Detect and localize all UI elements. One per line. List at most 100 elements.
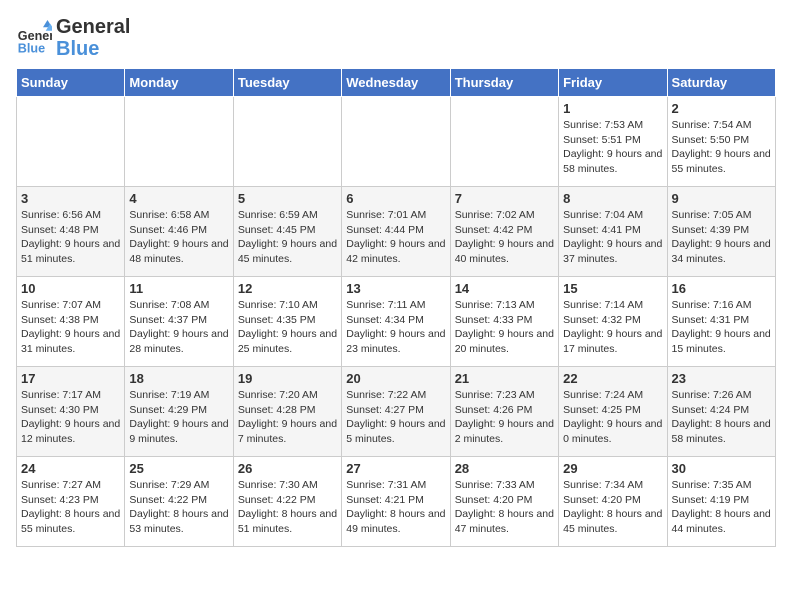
day-cell: 2 Sunrise: 7:54 AM Sunset: 5:50 PM Daylig… — [667, 97, 775, 187]
calendar-table: SundayMondayTuesdayWednesdayThursdayFrid… — [16, 68, 776, 547]
day-number: 1 — [563, 101, 662, 116]
day-cell: 22 Sunrise: 7:24 AM Sunset: 4:25 PM Dayli… — [559, 367, 667, 457]
day-number: 16 — [672, 281, 771, 296]
day-info: Sunrise: 6:59 AM Sunset: 4:45 PM Dayligh… — [238, 208, 337, 267]
logo: General Blue General Blue — [16, 16, 130, 60]
day-cell — [125, 97, 233, 187]
day-cell — [233, 97, 341, 187]
day-info: Sunrise: 7:01 AM Sunset: 4:44 PM Dayligh… — [346, 208, 445, 267]
day-number: 5 — [238, 191, 337, 206]
day-info: Sunrise: 7:05 AM Sunset: 4:39 PM Dayligh… — [672, 208, 771, 267]
day-cell: 15Sunrise: 7:14 AM Sunset: 4:32 PM Dayli… — [559, 277, 667, 367]
day-number: 10 — [21, 281, 120, 296]
day-cell: 19 Sunrise: 7:20 AM Sunset: 4:28 PM Dayli… — [233, 367, 341, 457]
day-info: Sunrise: 7:35 AM Sunset: 4:19 PM Dayligh… — [672, 478, 771, 537]
day-cell: 24 Sunrise: 7:27 AM Sunset: 4:23 PM Dayli… — [17, 457, 125, 547]
day-number: 17 — [21, 371, 120, 386]
day-info: Sunrise: 7:22 AM Sunset: 4:27 PM Dayligh… — [346, 388, 445, 447]
logo-icon: General Blue — [16, 20, 52, 56]
day-number: 14 — [455, 281, 554, 296]
day-cell: 23 Sunrise: 7:26 AM Sunset: 4:24 PM Dayli… — [667, 367, 775, 457]
day-info: Sunrise: 7:11 AM Sunset: 4:34 PM Dayligh… — [346, 298, 445, 357]
day-cell: 29 Sunrise: 7:34 AM Sunset: 4:20 PM Dayli… — [559, 457, 667, 547]
day-info: Sunrise: 7:34 AM Sunset: 4:20 PM Dayligh… — [563, 478, 662, 537]
col-header-wednesday: Wednesday — [342, 69, 450, 97]
day-number: 6 — [346, 191, 445, 206]
col-header-saturday: Saturday — [667, 69, 775, 97]
day-info: Sunrise: 7:23 AM Sunset: 4:26 PM Dayligh… — [455, 388, 554, 447]
day-number: 23 — [672, 371, 771, 386]
day-info: Sunrise: 7:02 AM Sunset: 4:42 PM Dayligh… — [455, 208, 554, 267]
day-cell: 17 Sunrise: 7:17 AM Sunset: 4:30 PM Dayli… — [17, 367, 125, 457]
header-row: SundayMondayTuesdayWednesdayThursdayFrid… — [17, 69, 776, 97]
day-info: Sunrise: 6:56 AM Sunset: 4:48 PM Dayligh… — [21, 208, 120, 267]
day-info: Sunrise: 7:29 AM Sunset: 4:22 PM Dayligh… — [129, 478, 228, 537]
day-cell: 20Sunrise: 7:22 AM Sunset: 4:27 PM Dayli… — [342, 367, 450, 457]
day-cell: 14Sunrise: 7:13 AM Sunset: 4:33 PM Dayli… — [450, 277, 558, 367]
day-cell: 7 Sunrise: 7:02 AM Sunset: 4:42 PM Daylig… — [450, 187, 558, 277]
day-number: 15 — [563, 281, 662, 296]
day-number: 2 — [672, 101, 771, 116]
day-number: 27 — [346, 461, 445, 476]
day-number: 24 — [21, 461, 120, 476]
week-row-3: 10Sunrise: 7:07 AM Sunset: 4:38 PM Dayli… — [17, 277, 776, 367]
col-header-monday: Monday — [125, 69, 233, 97]
day-number: 29 — [563, 461, 662, 476]
day-number: 3 — [21, 191, 120, 206]
day-cell: 21 Sunrise: 7:23 AM Sunset: 4:26 PM Dayli… — [450, 367, 558, 457]
day-cell: 6 Sunrise: 7:01 AM Sunset: 4:44 PM Daylig… — [342, 187, 450, 277]
svg-text:Blue: Blue — [18, 41, 45, 55]
day-info: Sunrise: 7:30 AM Sunset: 4:22 PM Dayligh… — [238, 478, 337, 537]
day-info: Sunrise: 7:10 AM Sunset: 4:35 PM Dayligh… — [238, 298, 337, 357]
day-cell — [342, 97, 450, 187]
day-number: 26 — [238, 461, 337, 476]
calendar-body: 1 Sunrise: 7:53 AM Sunset: 5:51 PM Daylig… — [17, 97, 776, 547]
day-cell: 8Sunrise: 7:04 AM Sunset: 4:41 PM Daylig… — [559, 187, 667, 277]
logo-text-line2: Blue — [56, 38, 130, 60]
day-info: Sunrise: 6:58 AM Sunset: 4:46 PM Dayligh… — [129, 208, 228, 267]
day-info: Sunrise: 7:54 AM Sunset: 5:50 PM Dayligh… — [672, 118, 771, 177]
day-info: Sunrise: 7:33 AM Sunset: 4:20 PM Dayligh… — [455, 478, 554, 537]
day-cell: 28 Sunrise: 7:33 AM Sunset: 4:20 PM Dayli… — [450, 457, 558, 547]
col-header-sunday: Sunday — [17, 69, 125, 97]
day-cell: 18Sunrise: 7:19 AM Sunset: 4:29 PM Dayli… — [125, 367, 233, 457]
day-cell: 4 Sunrise: 6:58 AM Sunset: 4:46 PM Daylig… — [125, 187, 233, 277]
day-cell — [450, 97, 558, 187]
day-info: Sunrise: 7:27 AM Sunset: 4:23 PM Dayligh… — [21, 478, 120, 537]
header-area: General Blue General Blue — [16, 16, 776, 60]
day-number: 22 — [563, 371, 662, 386]
day-cell: 1 Sunrise: 7:53 AM Sunset: 5:51 PM Daylig… — [559, 97, 667, 187]
week-row-5: 24 Sunrise: 7:27 AM Sunset: 4:23 PM Dayli… — [17, 457, 776, 547]
col-header-tuesday: Tuesday — [233, 69, 341, 97]
day-cell: 16 Sunrise: 7:16 AM Sunset: 4:31 PM Dayli… — [667, 277, 775, 367]
week-row-1: 1 Sunrise: 7:53 AM Sunset: 5:51 PM Daylig… — [17, 97, 776, 187]
day-number: 12 — [238, 281, 337, 296]
day-number: 11 — [129, 281, 228, 296]
day-info: Sunrise: 7:20 AM Sunset: 4:28 PM Dayligh… — [238, 388, 337, 447]
day-number: 30 — [672, 461, 771, 476]
day-number: 28 — [455, 461, 554, 476]
day-number: 7 — [455, 191, 554, 206]
day-info: Sunrise: 7:08 AM Sunset: 4:37 PM Dayligh… — [129, 298, 228, 357]
day-number: 4 — [129, 191, 228, 206]
day-info: Sunrise: 7:53 AM Sunset: 5:51 PM Dayligh… — [563, 118, 662, 177]
day-info: Sunrise: 7:17 AM Sunset: 4:30 PM Dayligh… — [21, 388, 120, 447]
day-info: Sunrise: 7:16 AM Sunset: 4:31 PM Dayligh… — [672, 298, 771, 357]
day-number: 9 — [672, 191, 771, 206]
day-cell: 9 Sunrise: 7:05 AM Sunset: 4:39 PM Daylig… — [667, 187, 775, 277]
day-info: Sunrise: 7:24 AM Sunset: 4:25 PM Dayligh… — [563, 388, 662, 447]
col-header-friday: Friday — [559, 69, 667, 97]
day-number: 25 — [129, 461, 228, 476]
day-cell: 12 Sunrise: 7:10 AM Sunset: 4:35 PM Dayli… — [233, 277, 341, 367]
day-number: 19 — [238, 371, 337, 386]
day-cell: 11 Sunrise: 7:08 AM Sunset: 4:37 PM Dayli… — [125, 277, 233, 367]
week-row-4: 17 Sunrise: 7:17 AM Sunset: 4:30 PM Dayli… — [17, 367, 776, 457]
day-cell: 27Sunrise: 7:31 AM Sunset: 4:21 PM Dayli… — [342, 457, 450, 547]
day-cell: 30 Sunrise: 7:35 AM Sunset: 4:19 PM Dayli… — [667, 457, 775, 547]
day-info: Sunrise: 7:26 AM Sunset: 4:24 PM Dayligh… — [672, 388, 771, 447]
day-number: 21 — [455, 371, 554, 386]
calendar-header: SundayMondayTuesdayWednesdayThursdayFrid… — [17, 69, 776, 97]
week-row-2: 3 Sunrise: 6:56 AM Sunset: 4:48 PM Daylig… — [17, 187, 776, 277]
day-cell: 3 Sunrise: 6:56 AM Sunset: 4:48 PM Daylig… — [17, 187, 125, 277]
day-number: 13 — [346, 281, 445, 296]
